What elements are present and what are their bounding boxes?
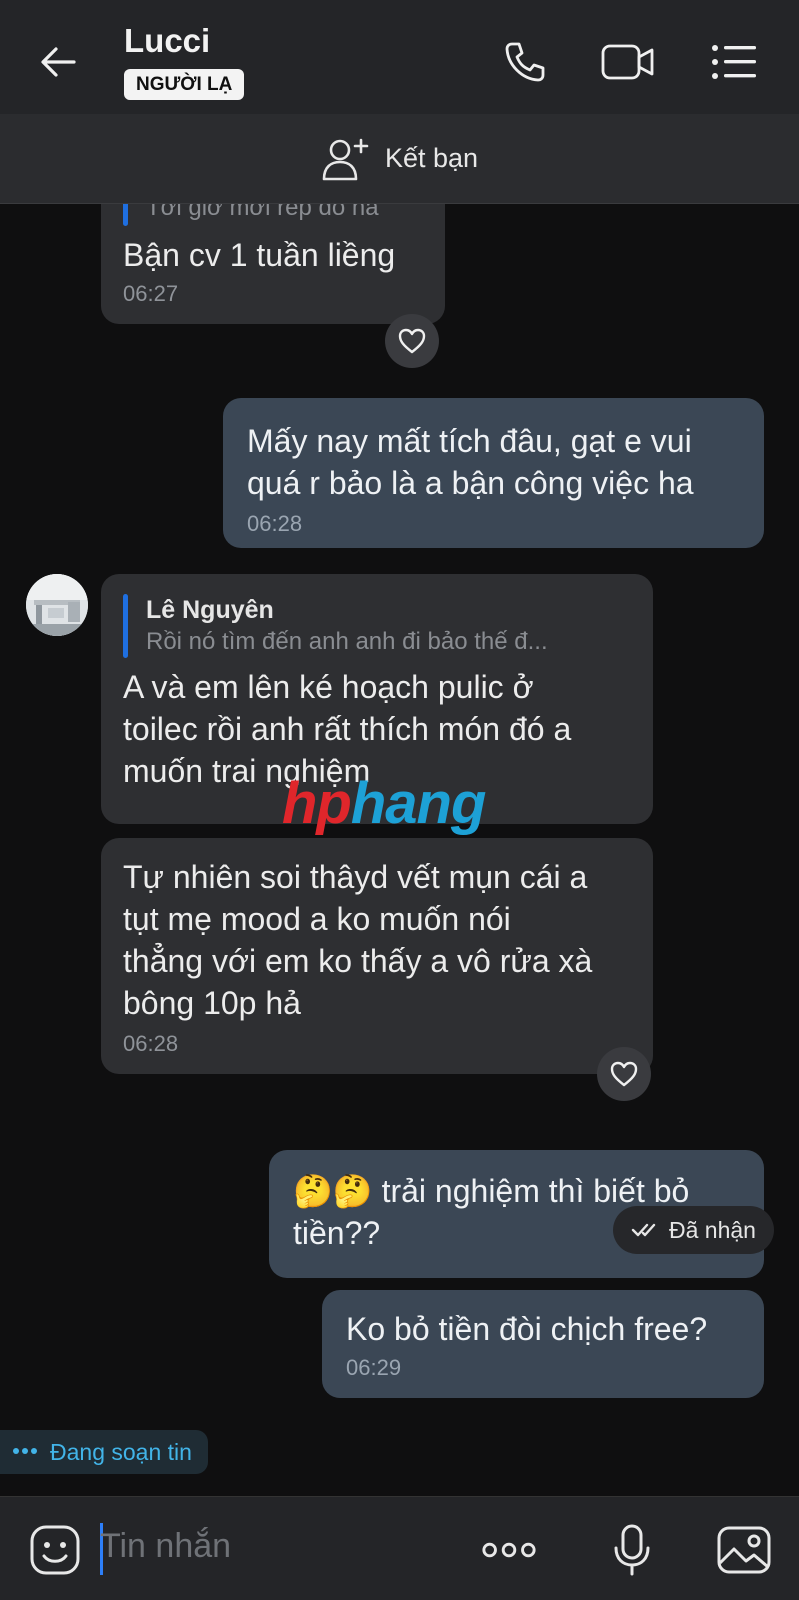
message-text: Bận cv 1 tuần liềng (123, 237, 396, 273)
add-friend-label: Kết bạn (384, 143, 479, 173)
add-user-icon (322, 138, 369, 180)
typing-dots-icon (13, 1448, 37, 1454)
incoming-message[interactable]: Tới giờ mới rep đó hả Bận cv 1 tuần liền… (101, 204, 445, 324)
phone-icon (505, 42, 545, 82)
message-line: bông 10p hả (123, 985, 301, 1021)
image-icon (717, 1526, 771, 1574)
quoted-message[interactable]: Lê Nguyên Rồi nó tìm đến anh anh đi bảo … (123, 594, 631, 658)
outgoing-message[interactable]: Mấy nay mất tích đâu, gạt e vui quá r bả… (223, 398, 764, 548)
message-line: A và em lên ké hoạch pulic ở (123, 669, 534, 705)
stranger-badge: NGƯỜI LẠ (124, 69, 245, 100)
microphone-icon (614, 1524, 650, 1576)
double-check-icon (631, 1223, 656, 1237)
add-friend-button[interactable]: Kết bạn (0, 114, 799, 204)
contact-name[interactable]: Lucci (124, 22, 210, 60)
chat-header: Lucci NGƯỜI LẠ (0, 0, 799, 114)
message-text: Ko bỏ tiền đòi chịch free? (346, 1311, 708, 1347)
message-line: toilec rồi anh rất thích món đó a (123, 711, 572, 747)
call-button[interactable] (497, 34, 553, 90)
list-menu-icon (712, 45, 756, 79)
sticker-button[interactable] (26, 1521, 84, 1579)
video-camera-icon (601, 44, 654, 80)
react-button[interactable] (385, 314, 439, 368)
more-dots-icon (482, 1542, 536, 1558)
message-line: thẳng với em ko thấy a vô rửa xà (123, 943, 593, 979)
message-time: 06:27 (123, 281, 179, 306)
react-button[interactable] (597, 1047, 651, 1101)
typing-indicator: Đang soạn tin (0, 1430, 208, 1474)
message-time: 06:28 (123, 1031, 179, 1056)
message-list[interactable]: Tới giờ mới rep đó hả Bận cv 1 tuần liền… (0, 204, 799, 1496)
heart-icon (398, 328, 426, 354)
emoji-icon (30, 1525, 80, 1575)
message-time: 06:29 (346, 1355, 402, 1380)
watermark-logo: hphang (282, 771, 486, 836)
outgoing-message[interactable]: Ko bỏ tiền đòi chịch free? 06:29 (322, 1290, 764, 1398)
quoted-author: Lê Nguyên (146, 596, 274, 624)
more-options-button[interactable] (480, 1521, 538, 1579)
delivery-status: Đã nhận (613, 1206, 774, 1254)
message-time: 06:28 (247, 511, 303, 536)
message-line: Tự nhiên soi thâyd vết mụn cái a (123, 859, 588, 895)
gallery-button[interactable] (715, 1521, 773, 1579)
composer-bar: Tin nhắn (0, 1496, 799, 1600)
avatar[interactable] (26, 574, 88, 636)
message-line: quá r bảo là a bận công việc ha (247, 465, 694, 501)
video-call-button[interactable] (600, 34, 656, 90)
avatar-image (26, 574, 88, 636)
message-line: tụt mẹ mood a ko muốn nói (123, 901, 511, 937)
message-input[interactable]: Tin nhắn (100, 1527, 231, 1566)
voice-record-button[interactable] (603, 1521, 661, 1579)
quoted-text: Rồi nó tìm đến anh anh đi bảo thế đ... (146, 628, 548, 655)
menu-button[interactable] (706, 34, 762, 90)
back-button[interactable] (32, 36, 84, 88)
back-arrow-icon (41, 47, 76, 77)
quoted-text: Tới giờ mới rep đó hả (145, 204, 379, 221)
incoming-message[interactable]: Tự nhiên soi thâyd vết mụn cái a tụt mẹ … (101, 838, 653, 1074)
heart-icon (610, 1061, 638, 1087)
message-line: Mấy nay mất tích đâu, gạt e vui (247, 423, 692, 459)
